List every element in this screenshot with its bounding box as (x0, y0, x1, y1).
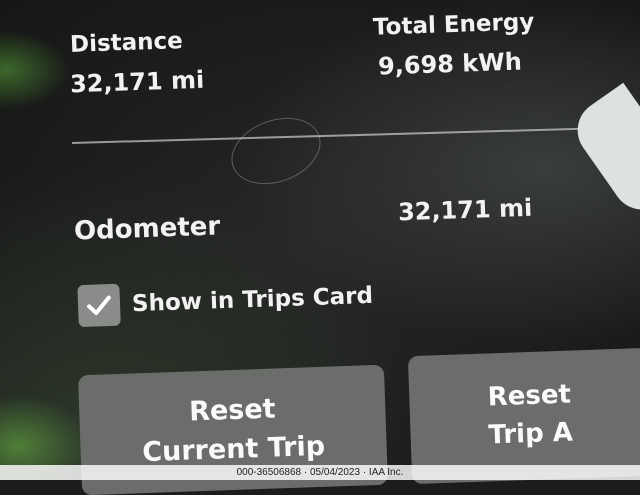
distance-label: Distance (69, 28, 184, 58)
side-panel-tab[interactable] (565, 82, 640, 222)
section-divider (71, 126, 612, 144)
button-label-line: Reset (487, 379, 572, 413)
screen-scratch (222, 106, 330, 196)
checkmark-icon (87, 295, 111, 316)
button-label-line: Trip A (487, 417, 574, 451)
distance-value: 32,171 mi (69, 65, 205, 99)
button-label-line: Reset (188, 393, 277, 428)
show-in-trips-card-row[interactable]: Show in Trips Card (77, 275, 374, 328)
show-in-trips-card-checkbox[interactable] (77, 283, 121, 328)
reset-trip-a-button[interactable]: Reset Trip A (407, 347, 640, 485)
odometer-label: Odometer (73, 211, 221, 247)
photo-watermark: 000-36506868 · 05/04/2023 · IAA Inc. (0, 465, 640, 480)
total-energy-label: Total Energy (372, 9, 535, 41)
total-energy-value: 9,698 kWh (377, 47, 523, 81)
odometer-value: 32,171 mi (397, 193, 533, 227)
trip-screen: Distance 32,171 mi Total Energy 9,698 kW… (0, 0, 640, 495)
glare-decoration (0, 30, 70, 110)
show-in-trips-card-label: Show in Trips Card (131, 282, 374, 318)
